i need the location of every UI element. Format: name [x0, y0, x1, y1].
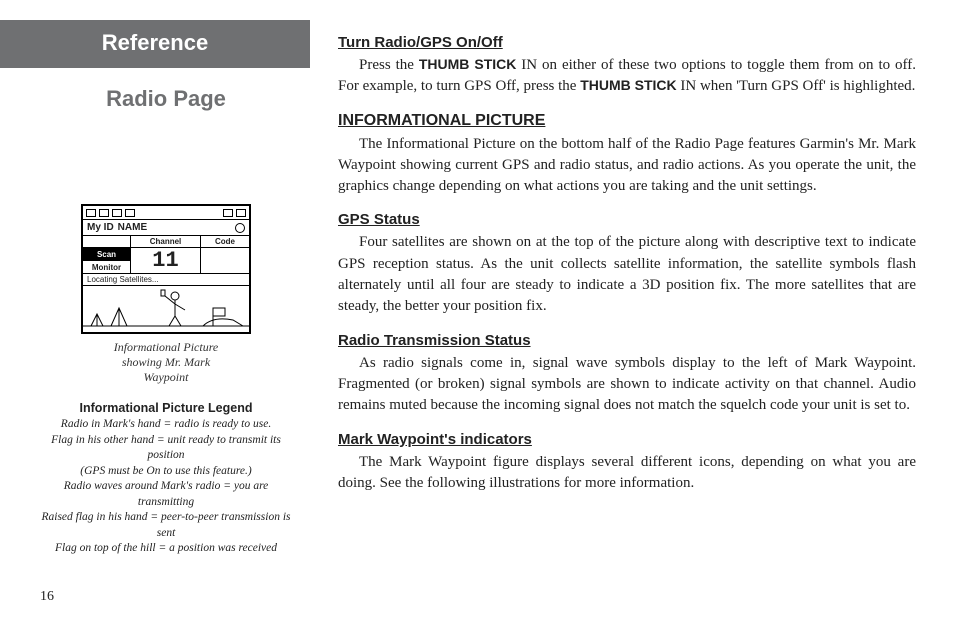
caption-line: showing Mr. Mark	[40, 355, 292, 370]
paragraph-gps: Four satellites are shown on at the top …	[338, 232, 916, 317]
text: Press the	[359, 57, 419, 73]
device-screenshot: My ID NAME Channel Code Scan Monitor 11	[81, 204, 251, 334]
legend-line: Flag in his other hand = unit ready to t…	[40, 433, 292, 464]
sun-icon	[235, 223, 245, 233]
device-status-text: Locating Satellites...	[83, 274, 249, 286]
paragraph-info: The Informational Picture on the bottom …	[338, 134, 916, 198]
channel-header: Channel	[131, 236, 201, 247]
thumbstick-label: THUMB STICK	[580, 77, 676, 93]
signal-icon	[236, 209, 246, 217]
legend-line: Raised flag in his hand = peer-to-peer t…	[40, 510, 292, 541]
heading-gps-status: GPS Status	[338, 211, 916, 228]
heading-mark-waypoint: Mark Waypoint's indicators	[338, 431, 916, 448]
page-number: 16	[40, 589, 54, 605]
paragraph-mark: The Mark Waypoint figure displays severa…	[338, 452, 916, 495]
heading-informational-picture: INFORMATIONAL PICTURE	[338, 112, 916, 130]
id-label: My ID	[87, 222, 114, 233]
figure: My ID NAME Channel Code Scan Monitor 11	[40, 204, 292, 385]
code-header: Code	[201, 236, 249, 247]
channel-value: 11	[131, 248, 201, 273]
legend-line: Radio waves around Mark's radio = you ar…	[40, 479, 292, 510]
caption-line: Informational Picture	[40, 340, 292, 355]
figure-caption: Informational Picture showing Mr. Mark W…	[40, 340, 292, 385]
device-value-row: Scan Monitor 11	[83, 248, 249, 274]
right-column: Turn Radio/GPS On/Off Press the THUMB ST…	[310, 0, 954, 621]
id-value: NAME	[118, 222, 147, 233]
page-title: Radio Page	[40, 86, 292, 112]
heading-radio-transmission: Radio Transmission Status	[338, 332, 916, 349]
status-icon	[112, 209, 122, 217]
left-column: Reference Radio Page My ID NAME	[0, 0, 310, 621]
text: IN when 'Turn GPS Off' is highlighted.	[677, 78, 916, 94]
paragraph-radio: As radio signals come in, signal wave sy…	[338, 353, 916, 417]
thumbstick-label: THUMB STICK	[419, 56, 517, 72]
device-id-row: My ID NAME	[83, 220, 249, 236]
caption-line: Waypoint	[40, 370, 292, 385]
status-icon	[99, 209, 109, 217]
device-scene	[83, 286, 249, 332]
legend-list: Radio in Mark's hand = radio is ready to…	[40, 417, 292, 557]
legend-line: (GPS must be On to use this feature.)	[40, 464, 292, 480]
legend-title: Informational Picture Legend	[40, 401, 292, 415]
battery-icon	[223, 209, 233, 217]
reference-banner: Reference	[0, 20, 310, 68]
manual-page: Reference Radio Page My ID NAME	[0, 0, 954, 621]
device-statusbar	[83, 206, 249, 220]
device-header-row: Channel Code	[83, 236, 249, 248]
legend-line: Flag on top of the hill = a position was…	[40, 541, 292, 557]
status-icon	[125, 209, 135, 217]
status-icon	[86, 209, 96, 217]
heading-turn-radio-gps: Turn Radio/GPS On/Off	[338, 34, 916, 51]
paragraph-turn: Press the THUMB STICK IN on either of th…	[338, 55, 916, 98]
scan-button: Scan	[83, 248, 130, 261]
monitor-button: Monitor	[83, 261, 130, 273]
legend-line: Radio in Mark's hand = radio is ready to…	[40, 417, 292, 433]
